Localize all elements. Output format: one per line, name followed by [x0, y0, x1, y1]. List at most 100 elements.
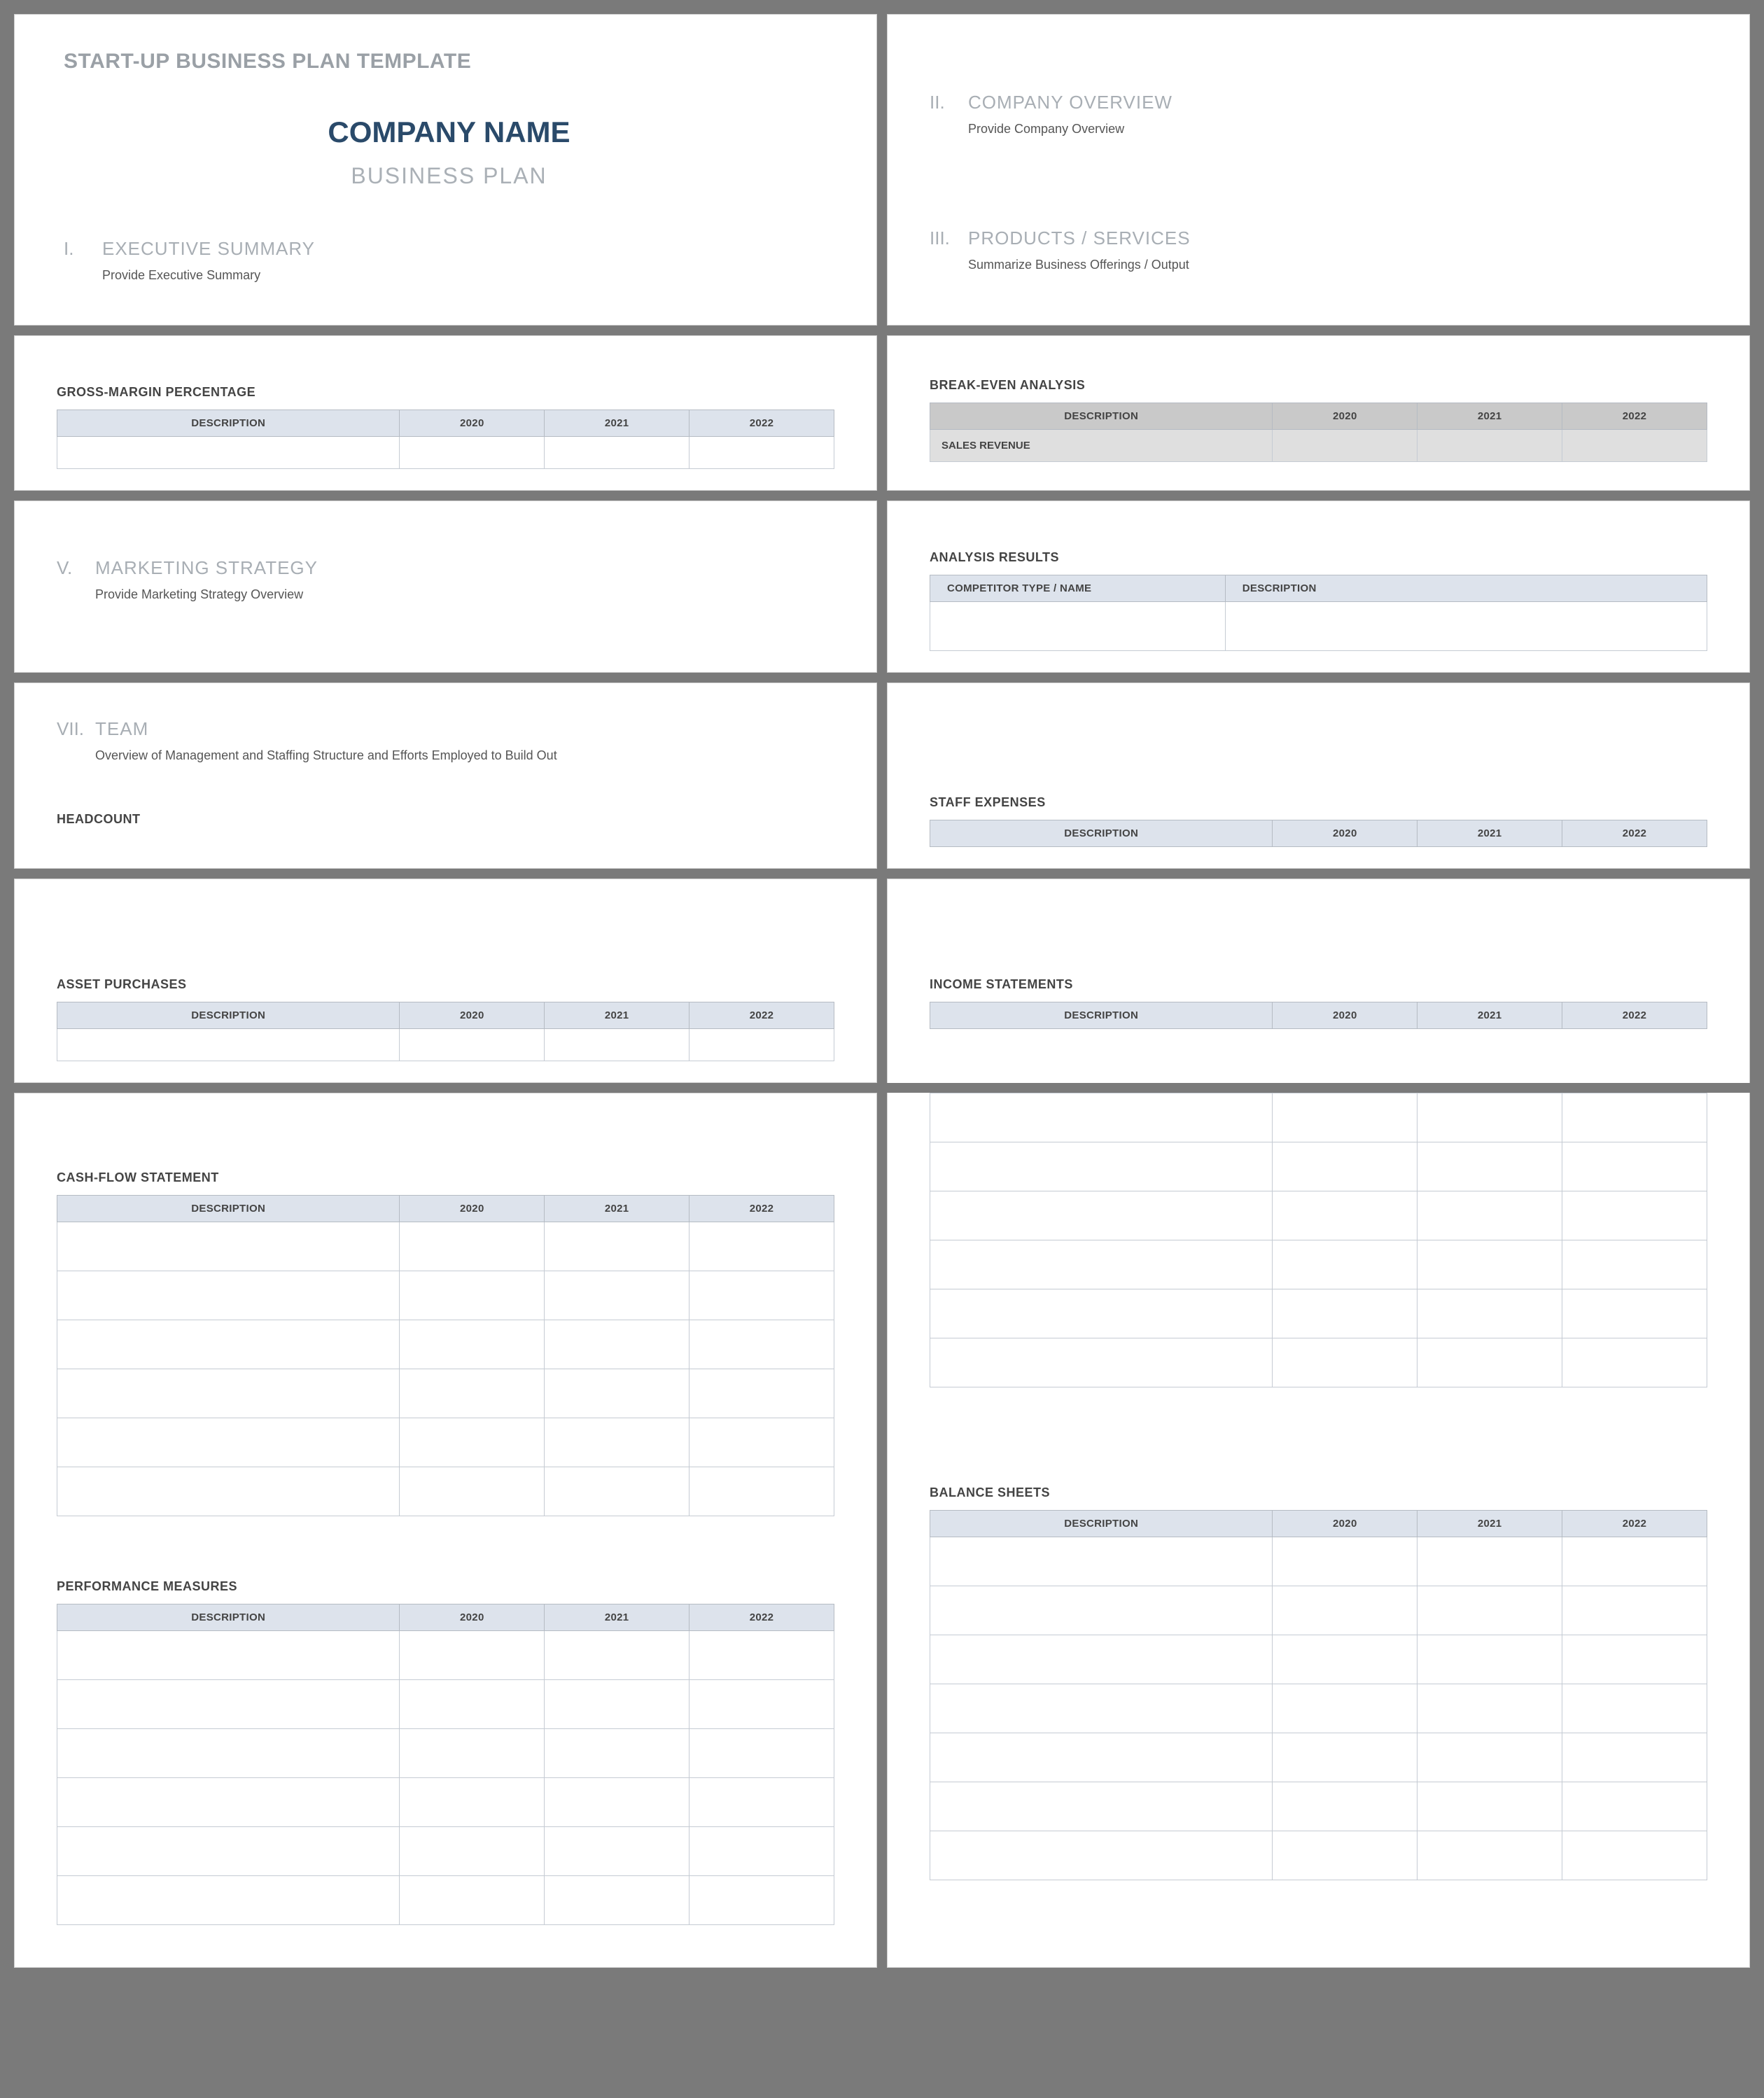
table-row [930, 1191, 1707, 1240]
table-row [930, 1586, 1707, 1635]
th-y2: 2021 [545, 1604, 690, 1631]
table-row [57, 1320, 834, 1369]
page-asset-purchases: ASSET PURCHASES DESCRIPTION 2020 2021 20… [14, 879, 877, 1083]
th-y2: 2021 [1418, 1511, 1562, 1537]
table-row [57, 1827, 834, 1876]
section-roman: II. [930, 92, 968, 113]
th-y1: 2020 [400, 1002, 545, 1029]
table-row [930, 1289, 1707, 1338]
section-body: Summarize Business Offerings / Output [968, 258, 1707, 272]
th-y3: 2022 [690, 1196, 834, 1222]
table-row [930, 1093, 1707, 1142]
th-y3: 2022 [1562, 820, 1707, 847]
table-row [930, 1338, 1707, 1387]
th-description: DESCRIPTION [1225, 575, 1707, 602]
table-row [57, 437, 834, 469]
table-row [57, 1680, 834, 1729]
th-description: DESCRIPTION [930, 1002, 1273, 1029]
block-title-cash: CASH-FLOW STATEMENT [57, 1170, 834, 1185]
th-y3: 2022 [690, 410, 834, 437]
table-row [57, 1729, 834, 1778]
section-body: Provide Marketing Strategy Overview [95, 587, 834, 602]
page-staff-expenses: STAFF EXPENSES DESCRIPTION 2020 2021 202… [887, 683, 1750, 869]
page-team: VII. TEAM Overview of Management and Sta… [14, 683, 877, 869]
section-roman: VII. [57, 718, 95, 740]
th-y1: 2020 [1273, 403, 1418, 430]
table-row [57, 1369, 834, 1418]
th-y2: 2021 [545, 1196, 690, 1222]
page-analysis-results: ANALYSIS RESULTS COMPETITOR TYPE / NAME … [887, 501, 1750, 673]
section-overview: II. COMPANY OVERVIEW [930, 92, 1707, 113]
th-y3: 2022 [690, 1002, 834, 1029]
section-title: TEAM [95, 718, 148, 740]
block-title-headcount: HEADCOUNT [57, 812, 834, 827]
table-row [57, 1631, 834, 1680]
table-performance: DESCRIPTION 2020 2021 2022 [57, 1604, 834, 1925]
doc-title: START-UP BUSINESS PLAN TEMPLATE [64, 50, 834, 74]
th-description: DESCRIPTION [930, 820, 1273, 847]
th-description: DESCRIPTION [930, 1511, 1273, 1537]
section-title: MARKETING STRATEGY [95, 557, 318, 579]
section-body: Provide Company Overview [968, 122, 1707, 137]
page-break-even: BREAK-EVEN ANALYSIS DESCRIPTION 2020 202… [887, 335, 1750, 491]
th-y1: 2020 [400, 1604, 545, 1631]
th-description: DESCRIPTION [930, 403, 1273, 430]
page-overview-products: II. COMPANY OVERVIEW Provide Company Ove… [887, 14, 1750, 326]
table-row [57, 1778, 834, 1827]
section-title: EXECUTIVE SUMMARY [102, 238, 315, 260]
th-y1: 2020 [1273, 1002, 1418, 1029]
table-row [930, 1537, 1707, 1586]
table-row [930, 602, 1707, 651]
block-title-staff: STAFF EXPENSES [930, 795, 1707, 810]
block-title-balance: BALANCE SHEETS [930, 1485, 1707, 1500]
block-title-analysis: ANALYSIS RESULTS [930, 550, 1707, 565]
section-body: Provide Executive Summary [102, 268, 834, 283]
section-roman: III. [930, 228, 968, 249]
th-y1: 2020 [400, 1196, 545, 1222]
th-y2: 2021 [1418, 820, 1562, 847]
section-title: PRODUCTS / SERVICES [968, 228, 1191, 249]
page-income-balance: BALANCE SHEETS DESCRIPTION 2020 2021 202… [887, 1093, 1750, 1968]
th-description: DESCRIPTION [57, 1604, 400, 1631]
table-balance: DESCRIPTION 2020 2021 2022 [930, 1510, 1707, 1880]
page-marketing: V. MARKETING STRATEGY Provide Marketing … [14, 501, 877, 673]
table-row [930, 1831, 1707, 1880]
th-y2: 2021 [1418, 1002, 1562, 1029]
table-row [930, 1684, 1707, 1733]
th-description: DESCRIPTION [57, 1196, 400, 1222]
section-roman: I. [64, 238, 102, 260]
table-row [57, 1418, 834, 1467]
th-y3: 2022 [1562, 1511, 1707, 1537]
table-row [930, 1142, 1707, 1191]
doc-subtitle: BUSINESS PLAN [64, 163, 834, 189]
th-description: DESCRIPTION [57, 410, 400, 437]
table-row [930, 1782, 1707, 1831]
table-break-even: DESCRIPTION 2020 2021 2022 SALES REVENUE [930, 403, 1707, 462]
table-row [57, 1029, 834, 1061]
table-row [930, 1635, 1707, 1684]
section-title: COMPANY OVERVIEW [968, 92, 1172, 113]
company-name: COMPANY NAME [64, 116, 834, 149]
table-gross-margin: DESCRIPTION 2020 2021 2022 [57, 410, 834, 469]
page-cash-perf: CASH-FLOW STATEMENT DESCRIPTION 2020 202… [14, 1093, 877, 1968]
table-analysis: COMPETITOR TYPE / NAME DESCRIPTION [930, 575, 1707, 651]
table-row [57, 1876, 834, 1925]
table-asset-purchases: DESCRIPTION 2020 2021 2022 [57, 1002, 834, 1061]
block-title-break: BREAK-EVEN ANALYSIS [930, 378, 1707, 393]
block-title-asset: ASSET PURCHASES [57, 977, 834, 992]
table-row [57, 1271, 834, 1320]
table-row [930, 1240, 1707, 1289]
th-description: DESCRIPTION [57, 1002, 400, 1029]
page-gross-margin: GROSS-MARGIN PERCENTAGE DESCRIPTION 2020… [14, 335, 877, 491]
table-row: SALES REVENUE [930, 430, 1707, 462]
th-y1: 2020 [400, 410, 545, 437]
th-competitor: COMPETITOR TYPE / NAME [930, 575, 1226, 602]
th-y2: 2021 [545, 410, 690, 437]
th-y3: 2022 [1562, 1002, 1707, 1029]
section-marketing: V. MARKETING STRATEGY [57, 557, 834, 579]
th-y2: 2021 [1418, 403, 1562, 430]
section-roman: V. [57, 557, 95, 579]
row-sales-revenue: SALES REVENUE [930, 430, 1273, 462]
page-income-top: INCOME STATEMENTS DESCRIPTION 2020 2021 … [887, 879, 1750, 1083]
table-row [57, 1222, 834, 1271]
